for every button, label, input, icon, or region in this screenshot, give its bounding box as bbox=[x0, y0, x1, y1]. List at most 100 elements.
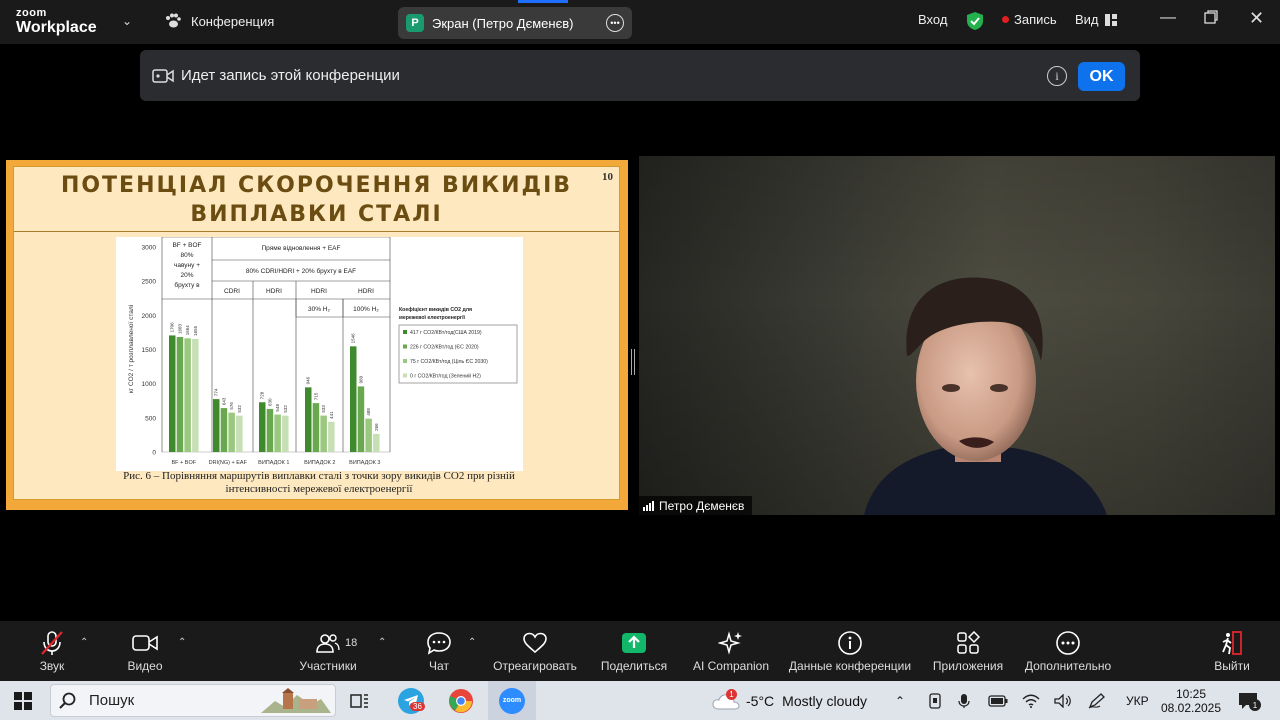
react-button[interactable]: Отреагировать bbox=[490, 621, 580, 681]
clock[interactable]: 10:25 08.02.2025 bbox=[1160, 681, 1222, 720]
minimize-icon[interactable]: — bbox=[1160, 9, 1176, 27]
participants-button[interactable]: Участники bbox=[298, 621, 358, 681]
chart-bar bbox=[228, 412, 235, 452]
tray-device-icon[interactable] bbox=[928, 681, 942, 720]
chart-bar bbox=[365, 418, 372, 452]
notification-count: 1 bbox=[1249, 699, 1261, 711]
header-cdri: CDRI bbox=[224, 288, 240, 295]
conference-menu[interactable]: Конференция bbox=[164, 13, 274, 29]
sparkle-icon bbox=[718, 631, 742, 655]
language-indicator[interactable]: УКР bbox=[1126, 681, 1149, 720]
clock-date: 08.02.2025 bbox=[1160, 700, 1222, 715]
zoom-icon: zoom bbox=[499, 687, 525, 714]
ai-companion-button[interactable]: AI Companion bbox=[690, 621, 772, 681]
participant-figure bbox=[864, 277, 1107, 515]
bar-value-label: 715 bbox=[313, 392, 318, 400]
video-camera-icon bbox=[132, 635, 158, 651]
wifi-icon[interactable] bbox=[1022, 681, 1040, 720]
screen-share-pill[interactable]: P Экран (Петро Дєменєв) ••• bbox=[398, 7, 632, 39]
share-title: Экран (Петро Дєменєв) bbox=[432, 15, 574, 31]
legend-entry: 417 г CO2/КВт/год(США 2019) bbox=[410, 330, 482, 336]
y-axis-label: кг CO2 / т розплавленої сталі bbox=[127, 305, 135, 393]
audio-options-caret-icon[interactable]: ⌃ bbox=[80, 637, 88, 648]
show-hidden-icons-chevron-icon[interactable]: ⌃ bbox=[895, 681, 905, 720]
legend-entry: 226 г CO2/КВт/год (ЄС 2020) bbox=[410, 345, 479, 351]
battery-icon[interactable] bbox=[988, 681, 1008, 720]
record-status[interactable]: Запись bbox=[1002, 12, 1057, 27]
x-category-label: ВИПАДОК 3 bbox=[349, 460, 380, 466]
bar-value-label: 643 bbox=[221, 397, 226, 405]
logo-text-zoom: zoom bbox=[16, 7, 47, 19]
signin-label: Вход bbox=[918, 12, 948, 27]
chat-options-caret-icon[interactable]: ⌃ bbox=[468, 637, 476, 648]
slide-title: ПОТЕНЦІАЛ СКОРОЧЕННЯ ВИКИДІВ ВИПЛАВКИ СТ… bbox=[14, 171, 619, 229]
info-icon[interactable]: i bbox=[1047, 66, 1067, 86]
caption-line-2: інтенсивності мережевої електроенергії bbox=[225, 483, 413, 495]
participant-video: Петро Дєменєв bbox=[639, 156, 1275, 515]
split-view-handle[interactable] bbox=[631, 349, 635, 375]
recording-banner: Идет запись этой конференции i OK bbox=[140, 50, 1140, 101]
x-category-label: DRI(NG) + EAF bbox=[209, 460, 248, 466]
taskbar-search[interactable]: Пошук bbox=[50, 684, 336, 717]
tray-microphone-icon[interactable] bbox=[958, 681, 970, 720]
header-direct-reduction: Пряме відновлення + EAF bbox=[262, 244, 341, 252]
slide-title-line-1: ПОТЕНЦІАЛ СКОРОЧЕННЯ ВИКИДІВ bbox=[60, 173, 573, 198]
bar-value-label: 576 bbox=[229, 402, 234, 410]
title-bar: zoom Workplace ⌄ Конференция P Экран (Пе… bbox=[0, 0, 1280, 44]
bar-value-label: 533 bbox=[321, 405, 326, 413]
more-options-icon[interactable]: ••• bbox=[606, 14, 624, 32]
share-button[interactable]: Поделиться bbox=[598, 621, 670, 681]
pen-icon[interactable] bbox=[1088, 681, 1106, 720]
video-options-caret-icon[interactable]: ⌃ bbox=[178, 637, 186, 648]
close-icon[interactable]: ✕ bbox=[1249, 8, 1264, 29]
chat-button[interactable]: Чат bbox=[424, 621, 454, 681]
weather-widget[interactable]: 1 -5°C Mostly cloudy bbox=[712, 681, 867, 720]
bar-value-label: 630 bbox=[267, 398, 272, 406]
restore-icon[interactable] bbox=[1204, 10, 1218, 29]
header-hdri: HDRI bbox=[311, 288, 327, 295]
ok-button[interactable]: OK bbox=[1078, 62, 1125, 91]
notifications-button[interactable]: 1 bbox=[1238, 681, 1261, 720]
chevron-down-icon[interactable]: ⌄ bbox=[122, 14, 132, 28]
apps-button[interactable]: Приложения bbox=[929, 621, 1007, 681]
more-label: Дополнительно bbox=[1024, 659, 1112, 673]
figure-caption: Рис. 6 – Порівняння маршрутів виплавки с… bbox=[64, 470, 574, 496]
more-button[interactable]: Дополнительно bbox=[1021, 621, 1115, 681]
heart-icon bbox=[523, 632, 547, 654]
leave-button[interactable]: Выйти bbox=[1212, 621, 1252, 681]
chrome-app[interactable] bbox=[448, 681, 474, 720]
chart-bar bbox=[220, 408, 228, 452]
video-camera-icon bbox=[152, 69, 174, 83]
record-dot-icon bbox=[1002, 16, 1009, 23]
telegram-app[interactable]: 36 bbox=[398, 681, 425, 720]
signin-button[interactable]: Вход bbox=[918, 12, 947, 27]
volume-icon[interactable] bbox=[1054, 681, 1072, 720]
view-grid-icon bbox=[1104, 13, 1117, 26]
meeting-info-button[interactable]: Данные конференции bbox=[785, 621, 915, 681]
zoom-app[interactable]: zoom bbox=[488, 681, 536, 720]
chart-bar bbox=[274, 414, 281, 452]
security-shield-icon[interactable] bbox=[966, 11, 984, 31]
chat-bubble-icon bbox=[427, 632, 451, 655]
mute-button[interactable]: Звук bbox=[32, 621, 72, 681]
header-bfbof-line: BF + BOF bbox=[172, 242, 201, 249]
y-tick-label: 2000 bbox=[142, 313, 157, 320]
chart-bar bbox=[305, 387, 312, 452]
logo-text-workplace: Workplace bbox=[16, 19, 97, 36]
legend-title: Коефіцієнт викидів CO2 для bbox=[399, 306, 472, 313]
y-tick-label: 2500 bbox=[142, 279, 157, 286]
start-button[interactable] bbox=[14, 681, 32, 720]
header-bfbof-line: брухту в bbox=[174, 281, 200, 289]
view-menu[interactable]: Вид bbox=[1075, 12, 1117, 27]
header-hdri: HDRI bbox=[358, 288, 374, 295]
chart-bar bbox=[169, 335, 176, 452]
chat-label: Чат bbox=[429, 659, 449, 673]
paw-icon bbox=[166, 13, 181, 28]
x-category-label: ВИПАДОК 2 bbox=[304, 460, 335, 466]
header-dri-mix: 80% CDRI/HDRI + 20% брухту в EAF bbox=[246, 267, 356, 275]
x-category-label: BF + BOF bbox=[171, 460, 196, 466]
search-placeholder: Пошук bbox=[89, 692, 135, 709]
task-view-button[interactable] bbox=[350, 681, 370, 720]
participants-options-caret-icon[interactable]: ⌃ bbox=[378, 637, 386, 648]
video-button[interactable]: Видео bbox=[124, 621, 166, 681]
